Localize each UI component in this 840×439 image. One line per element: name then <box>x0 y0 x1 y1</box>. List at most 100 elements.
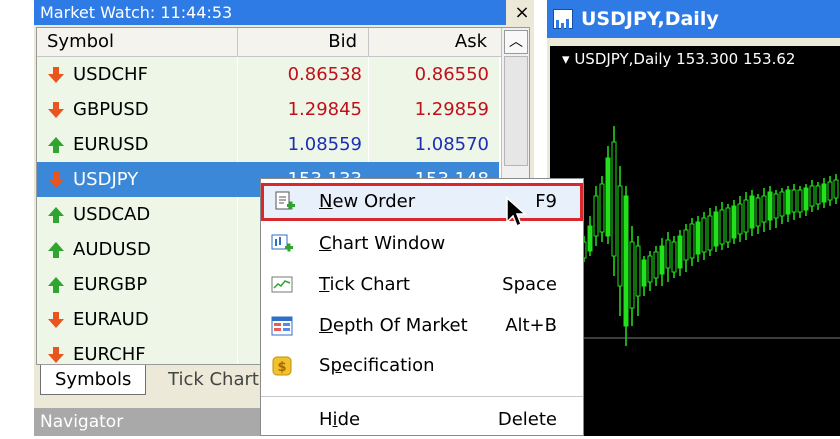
candle-body <box>701 217 707 253</box>
candle-body <box>719 209 725 245</box>
candle-body <box>593 195 599 237</box>
label-mnemonic: D <box>319 315 333 336</box>
candle-body <box>617 185 623 287</box>
candle-body <box>767 191 773 221</box>
chart-window-icon <box>553 9 573 31</box>
label-post: ew Order <box>332 191 416 212</box>
candle-body <box>833 179 839 199</box>
menu-item-depth-of-market[interactable]: Depth Of Market Alt+B <box>261 307 583 345</box>
table-row[interactable]: USDCHF 0.86538 0.86550 <box>37 57 499 92</box>
candle-body <box>755 197 761 227</box>
tick-chart-icon <box>271 274 293 296</box>
row-symbol: USDJPY <box>73 169 139 190</box>
row-symbol: USDCAD <box>73 204 151 225</box>
row-ask: 1.29859 <box>414 99 489 120</box>
row-symbol: AUDUSD <box>73 239 151 260</box>
row-bid: 1.29845 <box>287 99 362 120</box>
chart-window-title: USDJPY,Daily <box>581 8 719 30</box>
candle-body <box>821 183 827 203</box>
candle-body <box>761 195 767 223</box>
arrow-down-icon <box>47 171 65 189</box>
candle-body <box>695 221 701 255</box>
menu-item-tick-chart[interactable]: Tick Chart Space <box>261 266 583 304</box>
candle-body <box>659 245 665 275</box>
menu-item-label: Chart Window <box>319 225 445 263</box>
menu-item-label: Hide <box>319 401 360 439</box>
candlestick-series <box>550 126 840 346</box>
arrow-up-icon <box>47 136 65 154</box>
candle-body <box>815 185 821 205</box>
row-ask: 0.86550 <box>414 64 489 85</box>
market-watch-title: Market Watch: 11:44:53 <box>34 0 506 25</box>
candle-body <box>641 259 647 287</box>
row-bid: 0.86538 <box>287 64 362 85</box>
arrow-down-icon <box>47 311 65 329</box>
label-mnemonic: p <box>330 355 342 376</box>
candle-body <box>797 189 803 213</box>
candle-body <box>749 195 755 229</box>
new-order-icon <box>274 191 296 213</box>
context-menu: New Order F9 Chart Window Tick Chart Space De… <box>260 178 584 436</box>
table-row[interactable]: GBPUSD 1.29845 1.29859 <box>37 92 499 127</box>
arrow-down-icon <box>47 101 65 119</box>
grid-header: Symbol Bid Ask <box>37 28 501 57</box>
tab-tick-chart[interactable]: Tick Chart <box>154 365 273 395</box>
label-post: ecification <box>341 355 435 376</box>
candle-body <box>773 193 779 219</box>
candle-body <box>653 251 659 279</box>
chart-window-title-bar[interactable]: USDJPY,Daily <box>547 0 840 38</box>
label-post: epth Of Market <box>332 315 468 336</box>
mouse-cursor-icon <box>506 196 527 228</box>
chart-window: USDJPY,Daily ▾ USDJPY,Daily 153.300 153.… <box>547 0 840 436</box>
arrow-down-icon <box>47 346 65 364</box>
candle-body <box>803 187 809 211</box>
depth-of-market-icon <box>271 315 293 337</box>
candle-body <box>605 157 611 237</box>
label-pre: H <box>319 409 333 430</box>
candle-body <box>665 239 671 269</box>
menu-item-specification[interactable]: $ Specification <box>261 347 583 385</box>
candle-body <box>713 211 719 247</box>
candle-body <box>785 189 791 215</box>
label-mnemonic: C <box>319 233 332 254</box>
menu-item-chart-window[interactable]: Chart Window <box>261 225 583 263</box>
candle-body <box>629 241 635 309</box>
menu-item-hide[interactable]: Hide Delete <box>261 401 583 439</box>
candle-body <box>779 191 785 217</box>
row-symbol: GBPUSD <box>73 99 149 120</box>
column-header-symbol[interactable]: Symbol <box>47 28 114 56</box>
price-chart[interactable]: ▾ USDJPY,Daily 153.300 153.62 <box>550 46 840 436</box>
menu-item-new-order[interactable]: New Order F9 <box>261 183 583 221</box>
close-icon[interactable]: × <box>510 0 534 25</box>
label-post: hart Window <box>331 233 446 254</box>
candle-body <box>707 215 713 251</box>
candle-body <box>587 225 593 252</box>
label-post: de <box>337 409 361 430</box>
candle-body <box>737 203 743 235</box>
menu-item-shortcut: F9 <box>535 191 557 212</box>
row-symbol: EURAUD <box>73 309 149 330</box>
row-bid: 1.08559 <box>287 134 362 155</box>
menu-item-label: New Order <box>319 186 415 218</box>
candle-body <box>683 229 689 261</box>
table-row[interactable]: EURUSD 1.08559 1.08570 <box>37 127 499 162</box>
row-symbol: EURUSD <box>73 134 149 155</box>
scroll-up-icon[interactable]: ︿ <box>504 30 528 54</box>
candle-body <box>743 199 749 233</box>
label-mnemonic: N <box>319 191 333 212</box>
column-header-bid[interactable]: Bid <box>237 28 357 56</box>
candle-body <box>689 223 695 259</box>
candle-body <box>599 183 605 233</box>
row-symbol: USDCHF <box>73 64 148 85</box>
candle-body <box>677 235 683 269</box>
tab-symbols[interactable]: Symbols <box>40 365 147 395</box>
column-header-ask[interactable]: Ask <box>367 28 487 56</box>
candle-body <box>809 185 815 207</box>
row-ask: 1.08570 <box>414 134 489 155</box>
arrow-up-icon <box>47 241 65 259</box>
scroll-thumb[interactable] <box>504 56 528 166</box>
menu-item-shortcut: Delete <box>497 409 557 430</box>
row-symbol: EURCHF <box>73 344 146 365</box>
arrow-down-icon <box>47 66 65 84</box>
arrow-up-icon <box>47 276 65 294</box>
